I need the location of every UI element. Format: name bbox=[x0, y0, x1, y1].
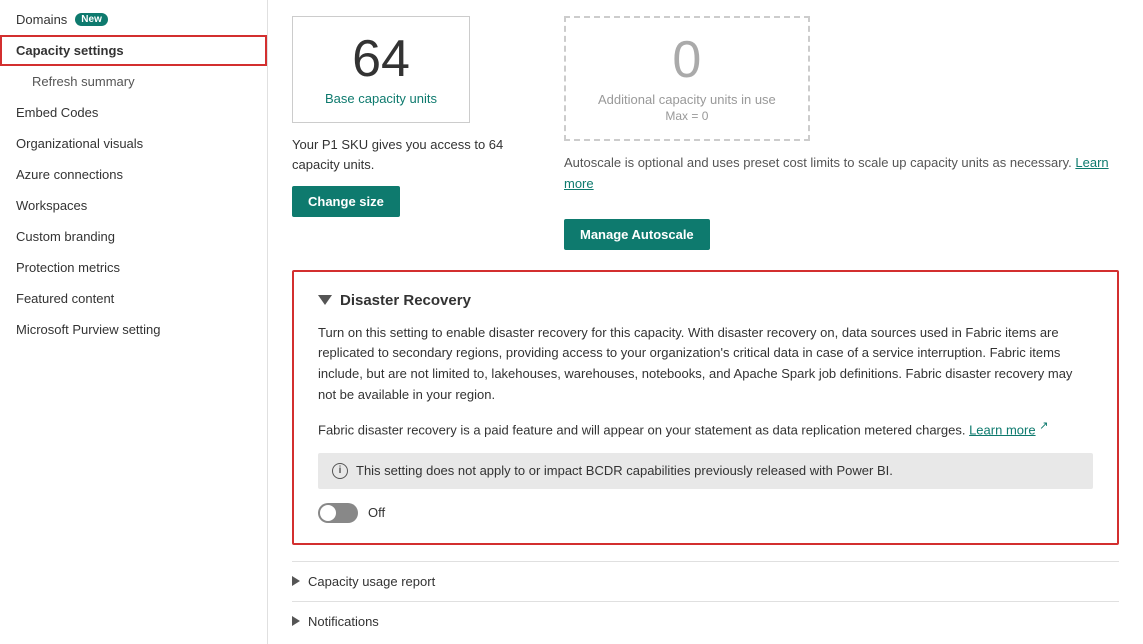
sidebar-item-label: Azure connections bbox=[16, 167, 123, 182]
sidebar-item-domains[interactable]: Domains New bbox=[0, 4, 267, 35]
sidebar-item-label: Protection metrics bbox=[16, 260, 120, 275]
sku-text: Your P1 SKU gives you access to 64 capac… bbox=[292, 135, 532, 174]
chevron-right-icon-2 bbox=[292, 616, 300, 626]
notifications-row[interactable]: Notifications bbox=[292, 601, 1119, 641]
autoscale-info: Autoscale is optional and uses preset co… bbox=[564, 153, 1119, 207]
sidebar-item-label: Featured content bbox=[16, 291, 114, 306]
capacity-usage-report-label: Capacity usage report bbox=[308, 574, 435, 589]
right-section: 0 Additional capacity units in use Max =… bbox=[564, 16, 1119, 250]
disaster-recovery-section: Disaster Recovery Turn on this setting t… bbox=[292, 270, 1119, 545]
dr-toggle-row: Off bbox=[318, 503, 1093, 523]
sidebar-item-featured-content[interactable]: Featured content bbox=[0, 283, 267, 314]
notifications-label: Notifications bbox=[308, 614, 379, 629]
sidebar-item-label: Refresh summary bbox=[32, 74, 135, 89]
left-section: 64 Base capacity units Your P1 SKU gives… bbox=[292, 16, 532, 217]
base-capacity-card: 64 Base capacity units bbox=[292, 16, 470, 123]
sidebar-item-custom-branding[interactable]: Custom branding bbox=[0, 221, 267, 252]
dr-toggle[interactable] bbox=[318, 503, 358, 523]
capacity-usage-report-row[interactable]: Capacity usage report bbox=[292, 561, 1119, 601]
autoscale-text: Autoscale is optional and uses preset co… bbox=[564, 153, 1119, 195]
additional-label: Additional capacity units in use bbox=[598, 92, 776, 107]
sidebar-item-workspaces[interactable]: Workspaces bbox=[0, 190, 267, 221]
sidebar-item-label: Domains bbox=[16, 12, 67, 27]
dr-title-row: Disaster Recovery bbox=[318, 292, 1093, 309]
base-label: Base capacity units bbox=[325, 91, 437, 106]
base-number: 64 bbox=[325, 33, 437, 85]
sidebar-item-protection-metrics[interactable]: Protection metrics bbox=[0, 252, 267, 283]
dr-title-text: Disaster Recovery bbox=[340, 292, 471, 309]
sidebar: Domains New Capacity settings Refresh summa… bbox=[0, 0, 268, 644]
dr-body: Turn on this setting to enable disaster … bbox=[318, 323, 1093, 523]
info-circle-icon: i bbox=[332, 463, 348, 479]
sidebar-item-microsoft-purview[interactable]: Microsoft Purview setting bbox=[0, 314, 267, 345]
additional-number: 0 bbox=[598, 34, 776, 86]
additional-capacity-card: 0 Additional capacity units in use Max =… bbox=[564, 16, 810, 141]
main-content: 64 Base capacity units Your P1 SKU gives… bbox=[268, 0, 1143, 644]
external-link-icon[interactable]: ↗ bbox=[1039, 420, 1048, 432]
new-badge: New bbox=[75, 13, 108, 26]
chevron-right-icon bbox=[292, 576, 300, 586]
sidebar-item-label: Microsoft Purview setting bbox=[16, 322, 161, 337]
dr-body-text2: Fabric disaster recovery is a paid featu… bbox=[318, 418, 1093, 441]
sidebar-item-organizational-visuals[interactable]: Organizational visuals bbox=[0, 128, 267, 159]
collapse-triangle-icon[interactable] bbox=[318, 295, 332, 305]
additional-sublabel: Max = 0 bbox=[598, 109, 776, 123]
sidebar-item-label: Embed Codes bbox=[16, 105, 98, 120]
dr-learn-more-link[interactable]: Learn more bbox=[969, 422, 1035, 437]
sidebar-item-refresh-summary[interactable]: Refresh summary bbox=[0, 66, 267, 97]
sidebar-item-label: Organizational visuals bbox=[16, 136, 143, 151]
sidebar-item-label: Workspaces bbox=[16, 198, 87, 213]
dr-notice-text: This setting does not apply to or impact… bbox=[356, 463, 893, 478]
manage-autoscale-button[interactable]: Manage Autoscale bbox=[564, 219, 710, 250]
sidebar-item-label: Custom branding bbox=[16, 229, 115, 244]
dr-notice-box: i This setting does not apply to or impa… bbox=[318, 453, 1093, 489]
capacity-cards-row: 64 Base capacity units Your P1 SKU gives… bbox=[292, 16, 1119, 250]
sidebar-item-capacity-settings[interactable]: Capacity settings bbox=[0, 35, 267, 66]
dr-toggle-label: Off bbox=[368, 505, 385, 520]
sidebar-item-embed-codes[interactable]: Embed Codes bbox=[0, 97, 267, 128]
sidebar-item-azure-connections[interactable]: Azure connections bbox=[0, 159, 267, 190]
sidebar-item-label: Capacity settings bbox=[16, 43, 124, 58]
dr-body-text1: Turn on this setting to enable disaster … bbox=[318, 323, 1093, 406]
change-size-button[interactable]: Change size bbox=[292, 186, 400, 217]
